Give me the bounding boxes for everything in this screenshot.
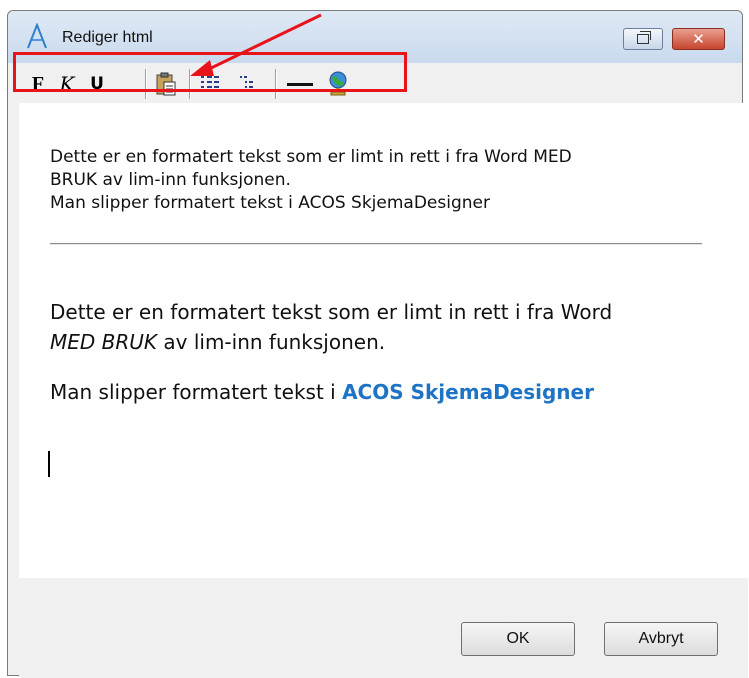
- plain-text-line: BRUK av lim-inn funksjonen.: [50, 170, 291, 190]
- brand-text: ACOS SkjemaDesigner: [342, 380, 594, 404]
- dialog-window: Rediger html ✕ F K U Dette er en formate…: [7, 10, 748, 678]
- numbered-list-icon: [201, 76, 219, 92]
- toolbar-separator: [189, 69, 191, 99]
- formatted-paragraph: Man slipper formatert tekst i ACOS Skjem…: [50, 377, 730, 407]
- bullet-list-icon: [240, 76, 253, 92]
- italic-icon: K: [59, 72, 75, 96]
- underline-icon: U: [90, 74, 104, 94]
- paragraph-text: Dette er en formatert tekst som er limt …: [50, 300, 613, 324]
- plain-text-line: Man slipper formatert tekst i ACOS Skjem…: [50, 193, 490, 213]
- paste-icon: [156, 72, 176, 96]
- bold-icon: F: [31, 72, 45, 95]
- app-logo-icon: [27, 23, 47, 49]
- plain-text-line: Dette er en formatert tekst som er limt …: [50, 147, 572, 167]
- insert-link-button[interactable]: [326, 71, 350, 97]
- formatted-paragraph: Dette er en formatert tekst som er limt …: [50, 297, 730, 357]
- horizontal-rule-icon: [287, 83, 313, 86]
- bold-button[interactable]: F: [27, 71, 49, 97]
- html-editor-area[interactable]: Dette er en formatert tekst som er limt …: [19, 103, 748, 578]
- globe-link-icon: [329, 71, 347, 96]
- bullet-list-button[interactable]: [237, 71, 261, 97]
- italic-text: MED BRUK: [50, 330, 158, 354]
- close-icon: ✕: [692, 30, 705, 48]
- italic-button[interactable]: K: [56, 71, 78, 97]
- horizontal-rule-button[interactable]: [285, 71, 315, 97]
- formatted-text-block: Dette er en formatert tekst som er limt …: [50, 297, 730, 427]
- paragraph-text: av lim-inn funksjonen.: [157, 330, 386, 354]
- paragraph-text: Man slipper formatert tekst i: [50, 380, 343, 404]
- window-title: Rediger html: [62, 29, 153, 46]
- horizontal-rule: [50, 243, 702, 245]
- close-button[interactable]: ✕: [672, 28, 725, 50]
- paste-button[interactable]: [154, 71, 178, 97]
- text-cursor: [48, 451, 50, 477]
- restore-icon: [637, 31, 651, 44]
- title-bar[interactable]: Rediger html ✕: [8, 11, 742, 63]
- cancel-button[interactable]: Avbryt: [604, 622, 718, 656]
- numbered-list-button[interactable]: [199, 71, 223, 97]
- dialog-footer: OK Avbryt: [19, 578, 748, 678]
- underline-button[interactable]: U: [87, 71, 107, 97]
- toolbar-separator: [275, 69, 277, 99]
- ok-button[interactable]: OK: [461, 622, 575, 656]
- plain-text-block: Dette er en formatert tekst som er limt …: [50, 146, 710, 215]
- restore-button[interactable]: [623, 28, 663, 50]
- toolbar-separator: [145, 69, 147, 99]
- formatting-toolbar: F K U: [19, 65, 413, 101]
